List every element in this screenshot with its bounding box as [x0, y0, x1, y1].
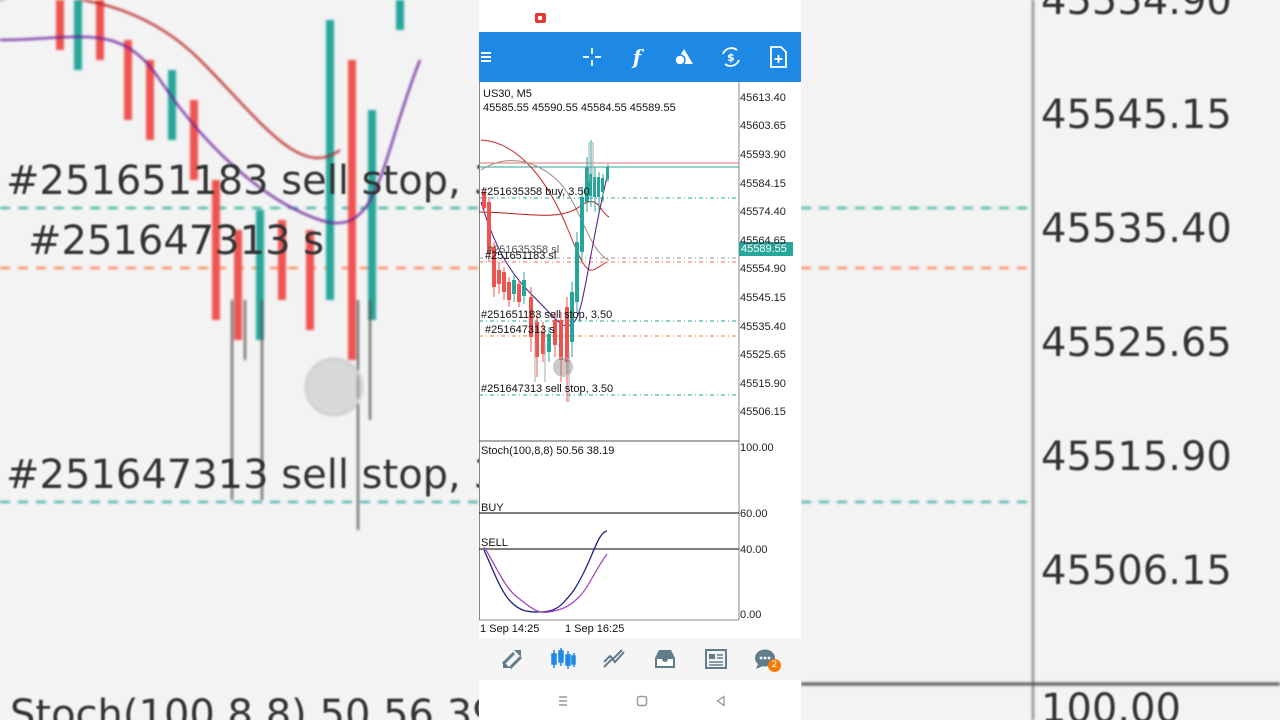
trade-icon[interactable] — [601, 646, 627, 672]
function-icon[interactable]: f — [624, 32, 650, 82]
objects-icon[interactable] — [671, 32, 697, 82]
touch-indicator — [553, 357, 573, 377]
price-axis-label: 45564.65 — [740, 235, 786, 247]
price-axis-label: 45506.15 — [740, 406, 786, 418]
new-document-icon[interactable] — [765, 32, 791, 82]
background-price-label: 45515.90 — [1041, 434, 1232, 480]
trade-icon[interactable]: $ — [718, 32, 744, 82]
svg-text:$: $ — [727, 51, 735, 64]
price-axis-label: 45535.40 — [740, 321, 786, 333]
indicator-axis-label: 100.00 — [740, 442, 774, 454]
background-price-label: 45535.40 — [1041, 206, 1232, 252]
price-axis-label: 45603.65 — [740, 120, 786, 132]
indicator-label: Stoch(100,8,8) 50.56 38.19 — [481, 445, 615, 457]
status-bar — [479, 0, 801, 32]
messages-badge: 2 — [768, 659, 781, 672]
symbol-label: US30, M5 — [483, 88, 532, 100]
indicator-axis-label: 0.00 — [740, 609, 762, 621]
crosshair-icon[interactable] — [579, 32, 605, 82]
price-axis-label: 45515.90 — [740, 378, 786, 390]
bottom-navigation: 2 — [479, 638, 801, 680]
sell-stop-order-label[interactable]: #251647313 sell stop, 3.50 — [481, 383, 613, 395]
background-order-text: #251647313 sell stop, 3 — [6, 452, 479, 498]
sell-stop-order-label[interactable]: #251651183 sell stop, 3.50 — [481, 309, 612, 321]
back-icon[interactable] — [712, 692, 730, 710]
price-axis-label: 45584.15 — [740, 178, 786, 190]
time-axis-label: 1 Sep 16:25 — [565, 623, 625, 635]
news-icon[interactable] — [703, 646, 729, 672]
sl-order-label[interactable]: #251651183 sl — [485, 250, 556, 262]
background-left: #251651183 sell stop, 3 #251647313 s #25… — [0, 0, 479, 720]
recent-apps-icon[interactable] — [554, 692, 572, 710]
buy-order-label[interactable]: #251635358 buy, 3.50 — [481, 186, 590, 198]
background-price-label: 45525.65 — [1041, 320, 1232, 366]
chart-toolbar: f $ — [479, 32, 801, 82]
indicator-axis-label: 60.00 — [740, 508, 768, 520]
order-label-short[interactable]: #251647313 s — [485, 324, 555, 336]
history-icon[interactable] — [652, 646, 678, 672]
chart-icon[interactable] — [550, 646, 576, 672]
indicator-axis-label: 40.00 — [740, 544, 768, 556]
background-price-label: 100.00 — [1041, 686, 1181, 720]
ohlc-label: 45585.55 45590.55 45584.55 45589.55 — [483, 102, 676, 114]
time-axis-label: 1 Sep 14:25 — [480, 623, 540, 635]
chart-area[interactable]: US30, M5 45585.55 45590.55 45584.55 4558… — [479, 82, 801, 638]
price-axis-label: 45593.90 — [740, 149, 786, 161]
price-axis-label: 45613.40 — [740, 92, 786, 104]
screen-record-icon — [535, 13, 546, 23]
background-price-label: 45554.90 — [1041, 0, 1232, 24]
sell-level-label: SELL — [481, 537, 508, 549]
price-axis-label: 45545.15 — [740, 292, 786, 304]
messages-icon[interactable]: 2 — [752, 646, 781, 672]
background-right: 45554.90 45545.15 45535.40 45525.65 4551… — [801, 0, 1280, 720]
background-price-label: 45545.15 — [1041, 92, 1232, 138]
price-axis-label: 45554.90 — [740, 263, 786, 275]
home-icon[interactable] — [633, 692, 651, 710]
background-price-label: 45506.15 — [1041, 548, 1232, 594]
price-axis-label: 45574.40 — [740, 206, 786, 218]
background-indicator-text: Stoch(100,8,8) 50.56 39 — [10, 692, 479, 720]
background-left-chart — [0, 0, 479, 530]
buy-level-label: BUY — [481, 502, 504, 514]
system-navigation — [479, 680, 801, 720]
menu-icon[interactable] — [479, 32, 493, 82]
phone-screen: f $ US30, M5 45585.55 45590.55 45584.55 … — [479, 0, 801, 720]
background-order-text: #251651183 sell stop, 3 — [6, 158, 479, 204]
background-order-text: #251647313 s — [28, 218, 325, 264]
quotes-icon[interactable] — [499, 646, 525, 672]
price-axis-label: 45525.65 — [740, 349, 786, 361]
